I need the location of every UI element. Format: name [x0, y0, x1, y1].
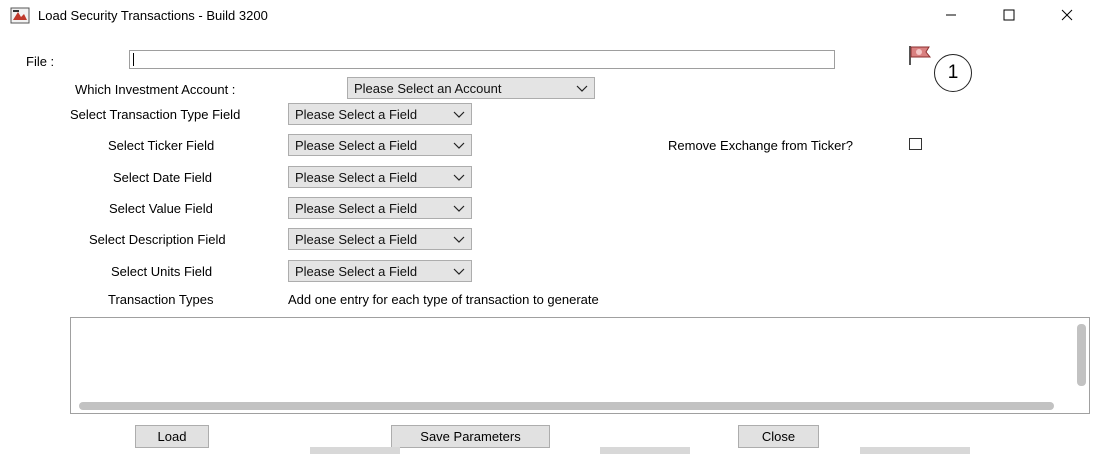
- title-bar: Load Security Transactions - Build 3200: [0, 0, 1098, 32]
- description-label: Select Description Field: [89, 232, 226, 247]
- file-label: File :: [26, 54, 55, 69]
- minimize-icon: [946, 14, 956, 16]
- background-window-remnant: [310, 447, 400, 454]
- transaction-types-hint: Add one entry for each type of transacti…: [288, 292, 599, 307]
- text-caret: [133, 53, 134, 66]
- close-icon: [1061, 9, 1073, 21]
- transaction-type-label: Select Transaction Type Field: [70, 107, 241, 122]
- ticker-select-value: Please Select a Field: [295, 137, 418, 153]
- transaction-types-label: Transaction Types: [108, 292, 214, 307]
- maximize-button[interactable]: [986, 3, 1032, 27]
- horizontal-scrollbar[interactable]: [79, 402, 1054, 410]
- units-select[interactable]: Please Select a Field: [288, 260, 472, 282]
- flag-icon[interactable]: [907, 45, 932, 66]
- minimize-button[interactable]: [928, 3, 974, 27]
- units-label: Select Units Field: [111, 264, 213, 279]
- close-button[interactable]: Close: [738, 425, 819, 448]
- maximize-icon: [1003, 9, 1015, 21]
- chevron-down-icon: [453, 268, 465, 275]
- load-button[interactable]: Load: [135, 425, 209, 448]
- date-select[interactable]: Please Select a Field: [288, 166, 472, 188]
- account-label: Which Investment Account :: [75, 82, 236, 97]
- ticker-label: Select Ticker Field: [108, 138, 215, 153]
- file-input[interactable]: [129, 50, 835, 69]
- chevron-down-icon: [453, 236, 465, 243]
- callout-marker: 1: [934, 54, 972, 92]
- account-select[interactable]: Please Select an Account: [347, 77, 595, 99]
- remove-exchange-label: Remove Exchange from Ticker?: [668, 138, 853, 153]
- description-select[interactable]: Please Select a Field: [288, 228, 472, 250]
- vertical-scrollbar[interactable]: [1077, 324, 1086, 386]
- app-icon: [10, 7, 30, 24]
- units-select-value: Please Select a Field: [295, 263, 418, 279]
- transaction-type-select-value: Please Select a Field: [295, 106, 418, 122]
- chevron-down-icon: [576, 85, 588, 92]
- value-select[interactable]: Please Select a Field: [288, 197, 472, 219]
- account-select-value: Please Select an Account: [354, 80, 502, 96]
- close-window-button[interactable]: [1044, 3, 1090, 27]
- chevron-down-icon: [453, 205, 465, 212]
- remove-exchange-checkbox[interactable]: [909, 138, 922, 150]
- background-window-remnant: [600, 447, 690, 454]
- value-label: Select Value Field: [109, 201, 213, 216]
- transaction-types-list[interactable]: [70, 317, 1090, 414]
- transaction-type-select[interactable]: Please Select a Field: [288, 103, 472, 125]
- background-window-remnant: [860, 447, 970, 454]
- save-parameters-button[interactable]: Save Parameters: [391, 425, 550, 448]
- window-title: Load Security Transactions - Build 3200: [38, 8, 268, 23]
- date-label: Select Date Field: [113, 170, 212, 185]
- chevron-down-icon: [453, 174, 465, 181]
- ticker-select[interactable]: Please Select a Field: [288, 134, 472, 156]
- value-select-value: Please Select a Field: [295, 200, 418, 216]
- date-select-value: Please Select a Field: [295, 169, 418, 185]
- chevron-down-icon: [453, 142, 465, 149]
- description-select-value: Please Select a Field: [295, 231, 418, 247]
- chevron-down-icon: [453, 111, 465, 118]
